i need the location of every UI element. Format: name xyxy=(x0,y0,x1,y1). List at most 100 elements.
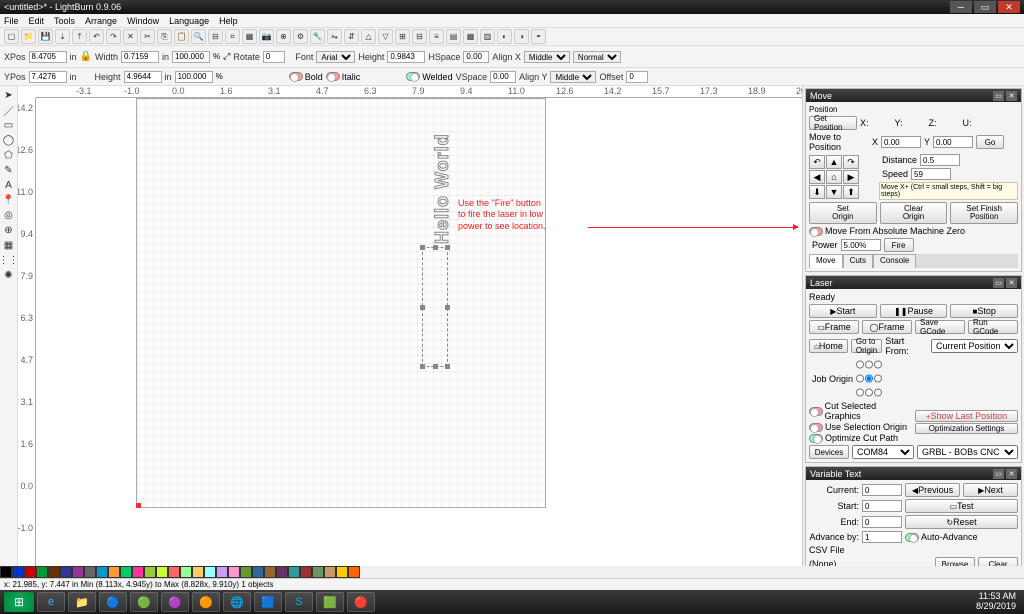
frame-rubber-button[interactable]: ◯ Frame xyxy=(862,320,912,334)
move-from-zero-toggle[interactable] xyxy=(809,227,823,236)
polygon-tool-icon[interactable]: ⬠ xyxy=(2,148,16,162)
color-swatch[interactable] xyxy=(336,566,348,578)
ypos-input[interactable] xyxy=(29,71,67,83)
jog-right-icon[interactable]: ▶ xyxy=(843,170,859,184)
system-clock[interactable]: 11:53 AM8/29/2019 xyxy=(976,592,1020,612)
bool2-icon[interactable]: ◑ xyxy=(514,29,529,44)
handle-sw[interactable] xyxy=(420,364,425,369)
com-select[interactable]: COM84 xyxy=(852,445,914,459)
next-button[interactable]: ▶ Next xyxy=(963,483,1018,497)
menu-help[interactable]: Help xyxy=(219,16,238,26)
taskbar-app5-icon[interactable]: 🟦 xyxy=(254,592,282,612)
go-button[interactable]: Go xyxy=(976,135,1004,149)
panel-float-icon[interactable]: ▭ xyxy=(993,469,1004,479)
marker-tool-icon[interactable]: 📍 xyxy=(2,193,16,207)
job-origin-grid[interactable] xyxy=(856,358,882,399)
current-input[interactable] xyxy=(862,484,902,496)
optimization-settings-button[interactable]: Optimization Settings xyxy=(915,423,1018,434)
undo-icon[interactable]: ↶ xyxy=(89,29,104,44)
italic-toggle[interactable] xyxy=(326,72,340,81)
pct-height[interactable] xyxy=(175,71,213,83)
frame-button[interactable]: ▭ Frame xyxy=(809,320,859,334)
color-swatch[interactable] xyxy=(240,566,252,578)
color-swatch[interactable] xyxy=(48,566,60,578)
offset-tool-icon[interactable]: ◎ xyxy=(2,208,16,222)
aligny-select[interactable]: Middle xyxy=(550,71,596,83)
color-swatch[interactable] xyxy=(288,566,300,578)
handle-ne[interactable] xyxy=(445,245,450,250)
align4-icon[interactable]: ▥ xyxy=(480,29,495,44)
group-icon[interactable]: ⊞ xyxy=(395,29,410,44)
color-swatch[interactable] xyxy=(72,566,84,578)
color-swatch[interactable] xyxy=(0,566,12,578)
export-icon[interactable]: ⤒ xyxy=(72,29,87,44)
run-gcode-button[interactable]: Run GCode xyxy=(968,320,1018,334)
menu-tools[interactable]: Tools xyxy=(54,16,75,26)
optimize-toggle[interactable] xyxy=(809,434,823,443)
color-swatch[interactable] xyxy=(168,566,180,578)
color-swatch[interactable] xyxy=(132,566,144,578)
ungroup-icon[interactable]: ⊟ xyxy=(412,29,427,44)
tab-cuts[interactable]: Cuts xyxy=(843,254,873,268)
scale-icon[interactable]: ⤢ xyxy=(223,51,230,62)
taskbar-app2-icon[interactable]: 🟢 xyxy=(130,592,158,612)
color-swatch[interactable] xyxy=(216,566,228,578)
save-gcode-button[interactable]: Save GCode xyxy=(915,320,965,334)
color-swatch[interactable] xyxy=(192,566,204,578)
color-swatch[interactable] xyxy=(276,566,288,578)
color-swatch[interactable] xyxy=(24,566,36,578)
clear-button[interactable]: Clear xyxy=(978,557,1018,566)
start-input[interactable] xyxy=(862,500,902,512)
clear-origin-button[interactable]: Clear Origin xyxy=(880,202,948,224)
distance-input[interactable] xyxy=(920,154,960,166)
color-swatch[interactable] xyxy=(12,566,24,578)
taskbar-app3-icon[interactable]: 🟣 xyxy=(161,592,189,612)
color-swatch[interactable] xyxy=(156,566,168,578)
cut-selected-toggle[interactable] xyxy=(809,407,823,416)
color-swatch[interactable] xyxy=(144,566,156,578)
color-swatch[interactable] xyxy=(252,566,264,578)
fire-button[interactable]: Fire xyxy=(884,238,914,252)
xpos-input[interactable] xyxy=(29,51,67,63)
handle-e[interactable] xyxy=(445,305,450,310)
crosshair-icon[interactable]: ⊕ xyxy=(276,29,291,44)
wrench-icon[interactable]: 🔧 xyxy=(310,29,325,44)
cut-icon[interactable]: ✂ xyxy=(140,29,155,44)
end-input[interactable] xyxy=(862,516,902,528)
mirror-v-icon[interactable]: ⇵ xyxy=(344,29,359,44)
color-swatch[interactable] xyxy=(60,566,72,578)
color-swatch[interactable] xyxy=(228,566,240,578)
color-swatch[interactable] xyxy=(96,566,108,578)
normal-select[interactable]: Normal xyxy=(573,51,621,63)
taskbar-lightburn-icon[interactable]: 🔴 xyxy=(347,592,375,612)
stop-button[interactable]: ■ Stop xyxy=(950,304,1018,318)
taskbar-app6-icon[interactable]: 🟩 xyxy=(316,592,344,612)
move-x-input[interactable] xyxy=(881,136,921,148)
menu-arrange[interactable]: Arrange xyxy=(85,16,117,26)
set-finish-button[interactable]: Set Finish Position xyxy=(950,202,1018,224)
handle-se[interactable] xyxy=(445,364,450,369)
tab-console[interactable]: Console xyxy=(873,254,916,268)
reset-button[interactable]: ↻ Reset xyxy=(905,515,1018,529)
line-tool-icon[interactable]: ／ xyxy=(2,103,16,117)
panel-float-icon[interactable]: ▭ xyxy=(993,91,1004,101)
alignx-select[interactable]: Middle xyxy=(524,51,570,63)
color-swatch[interactable] xyxy=(180,566,192,578)
taskbar-explorer-icon[interactable]: 📁 xyxy=(68,592,96,612)
handle-nw[interactable] xyxy=(420,245,425,250)
zoom-frame-icon[interactable]: ⌗ xyxy=(225,29,240,44)
home-button[interactable]: ⌂ Home xyxy=(809,339,848,353)
taskbar-skype-icon[interactable]: S xyxy=(285,592,313,612)
device-select[interactable]: GRBL - BOBs CNC xyxy=(917,445,1018,459)
menu-file[interactable]: File xyxy=(4,16,19,26)
start-button-icon[interactable]: ⊞ xyxy=(4,592,34,612)
ellipse-tool-icon[interactable]: ◯ xyxy=(2,133,16,147)
import-icon[interactable]: ⤓ xyxy=(55,29,70,44)
advance-input[interactable] xyxy=(862,531,902,543)
taskbar-chrome-icon[interactable]: 🌐 xyxy=(223,592,251,612)
triangle-down-icon[interactable]: ▽ xyxy=(378,29,393,44)
move-y-input[interactable] xyxy=(933,136,973,148)
color-swatch[interactable] xyxy=(312,566,324,578)
prev-button[interactable]: ◀ Previous xyxy=(905,483,960,497)
taskbar-app4-icon[interactable]: 🟠 xyxy=(192,592,220,612)
